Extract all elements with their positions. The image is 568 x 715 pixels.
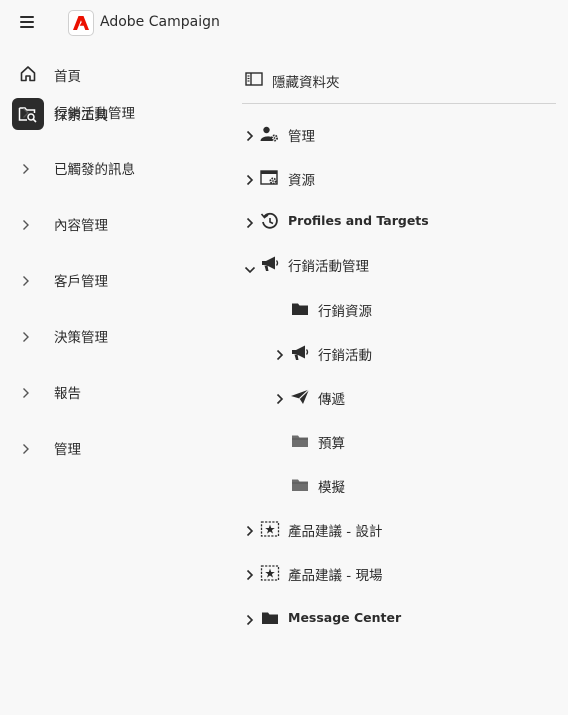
sidebar-item-label: 已觸發的訊息 — [54, 162, 135, 178]
app-title: Adobe Campaign — [100, 14, 220, 30]
chevron-right-icon[interactable] — [246, 127, 256, 142]
sidebar-nav: 首頁 探索工具 行銷活動管理 已觸發的訊息 內容管理 客戶管理 決策管理 報告 管理 — [0, 52, 220, 458]
top-bar: Adobe Campaign — [0, 0, 568, 46]
user-gear-icon — [260, 125, 280, 143]
chevron-right-icon[interactable] — [246, 522, 256, 537]
sidebar-item-home[interactable]: 首頁 — [0, 52, 220, 94]
explorer-panel: 隱藏資料夾 管理資源 Profiles and Targets 行銷活動管理行銷資源… — [242, 60, 556, 626]
tree-item-label: 資源 — [288, 173, 315, 189]
tree-item[interactable]: Profiles and Targets — [242, 209, 542, 233]
tree-item-label: 行銷活動管理 — [288, 259, 369, 275]
sidebar-item-label: 決策管理 — [54, 330, 108, 346]
chevron-right-icon[interactable] — [246, 611, 256, 626]
tree-item-label: 產品建議 - 現場 — [288, 568, 383, 584]
sidebar-item-5[interactable]: 決策管理 — [0, 326, 220, 366]
sidebar-item-7[interactable]: 管理 — [0, 438, 220, 478]
tree-item-label: 行銷資源 — [318, 304, 372, 320]
tree-item[interactable]: 模擬 — [242, 473, 542, 497]
sidebar-panel-icon — [245, 71, 263, 91]
tree-item[interactable]: 產品建議 - 現場 — [242, 561, 542, 585]
chevron-down-icon[interactable] — [244, 259, 258, 274]
tree-item[interactable]: 產品建議 - 設計 — [242, 517, 542, 541]
adobe-logo-icon — [68, 10, 94, 36]
sidebar-item-6[interactable]: 報告 — [0, 382, 220, 422]
tree-item-label: 模擬 — [318, 480, 345, 496]
tree-item[interactable]: Message Center — [242, 606, 542, 630]
star-box-icon — [260, 564, 280, 582]
folder-icon — [260, 609, 280, 627]
folder-gray-icon — [290, 476, 310, 494]
chevron-right-icon — [22, 272, 34, 286]
folder-gray-icon — [290, 432, 310, 450]
tree-item-label: Profiles and Targets — [288, 213, 429, 228]
chevron-right-icon — [22, 328, 34, 342]
tree-item-label: 預算 — [318, 436, 345, 452]
tree-item-label: Message Center — [288, 610, 402, 625]
tree-item[interactable]: 預算 — [242, 429, 542, 453]
window-gear-icon — [260, 169, 280, 187]
chevron-right-icon — [22, 160, 34, 174]
tree-item-label: 管理 — [288, 129, 315, 145]
sidebar-item-2[interactable]: 已觸發的訊息 — [0, 158, 220, 198]
tree-item[interactable]: 行銷活動 — [242, 341, 542, 365]
tree-item[interactable]: 行銷活動管理 — [242, 252, 542, 276]
tree-item[interactable]: 傳遞 — [242, 385, 542, 409]
tree-item-label: 產品建議 - 設計 — [288, 524, 383, 540]
folder-icon — [290, 300, 310, 318]
paper-plane-icon — [290, 388, 310, 406]
sidebar-item-label: 首頁 — [54, 69, 81, 85]
sidebar-item-1[interactable]: 行銷活動管理 — [0, 102, 220, 142]
history-icon — [260, 212, 280, 230]
sidebar-item-label: 行銷活動管理 — [54, 106, 135, 122]
chevron-right-icon — [22, 104, 34, 118]
sidebar-item-4[interactable]: 客戶管理 — [0, 270, 220, 310]
sidebar-item-3[interactable]: 內容管理 — [0, 214, 220, 254]
sidebar-item-label: 內容管理 — [54, 218, 108, 234]
megaphone-icon — [290, 344, 310, 362]
chevron-right-icon — [22, 440, 34, 454]
star-box-icon — [260, 520, 280, 538]
hamburger-menu-icon[interactable] — [17, 14, 37, 32]
hide-folders-label: 隱藏資料夾 — [272, 75, 340, 91]
chevron-right-icon[interactable] — [276, 390, 286, 405]
megaphone-icon — [260, 255, 280, 273]
chevron-right-icon[interactable] — [246, 566, 256, 581]
tree-item-label: 傳遞 — [318, 392, 345, 408]
tree-item[interactable]: 管理 — [242, 122, 542, 146]
tree-item-label: 行銷活動 — [318, 348, 372, 364]
chevron-right-icon[interactable] — [246, 171, 256, 186]
hide-folders-toggle[interactable]: 隱藏資料夾 — [242, 60, 556, 104]
chevron-right-icon[interactable] — [246, 214, 256, 229]
sidebar-item-label: 管理 — [54, 442, 81, 458]
tree-item[interactable]: 資源 — [242, 166, 542, 190]
chevron-right-icon[interactable] — [276, 346, 286, 361]
chevron-right-icon — [22, 216, 34, 230]
home-icon — [14, 60, 42, 88]
sidebar-item-label: 報告 — [54, 386, 81, 402]
tree-item[interactable]: 行銷資源 — [242, 297, 542, 321]
sidebar-item-label: 客戶管理 — [54, 274, 108, 290]
chevron-right-icon — [22, 384, 34, 398]
